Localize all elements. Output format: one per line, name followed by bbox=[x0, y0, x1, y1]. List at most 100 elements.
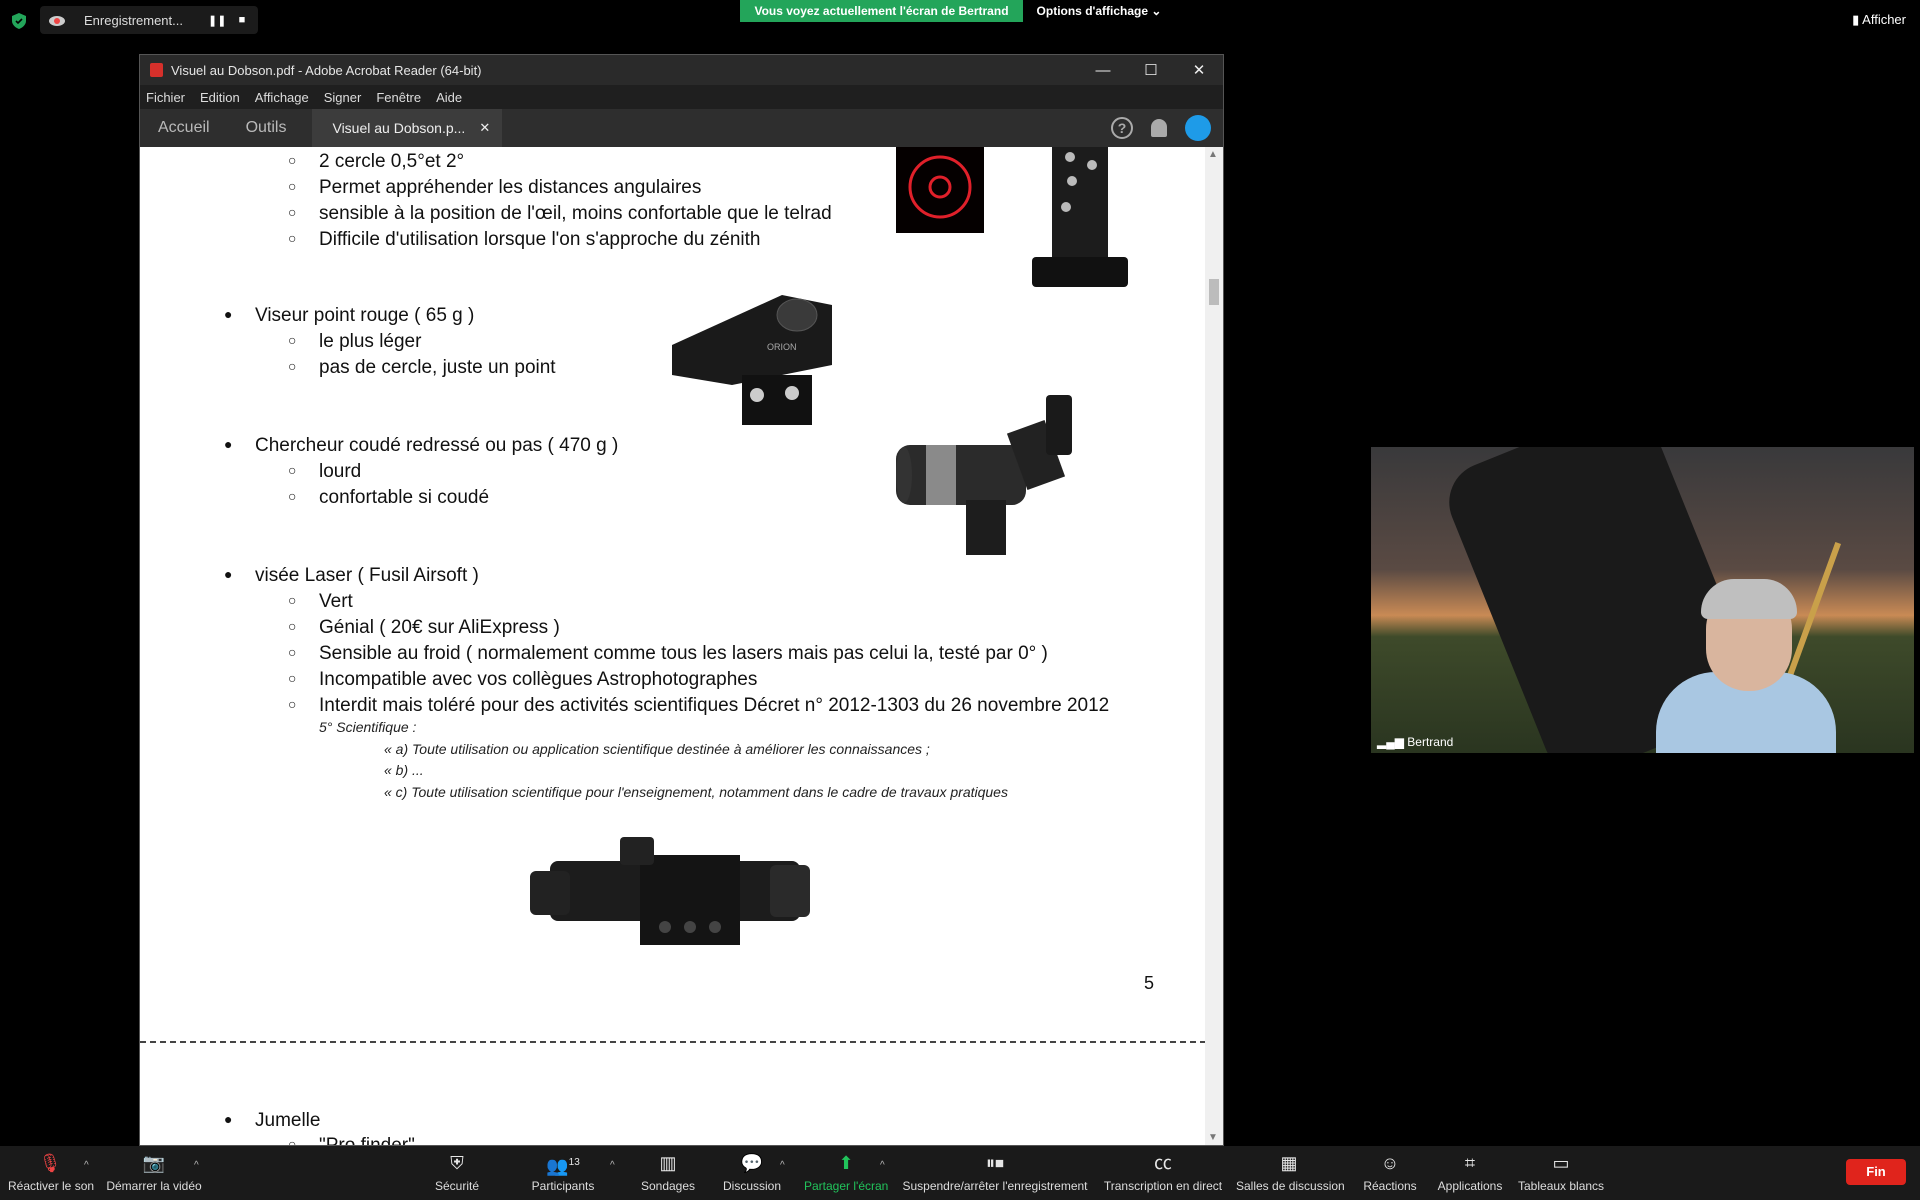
menu-fichier[interactable]: Fichier bbox=[146, 90, 185, 105]
pause-recording-button[interactable]: ❚❚ bbox=[208, 14, 226, 27]
list-item: lourd bbox=[288, 461, 361, 483]
list-item: pas de cercle, juste un point bbox=[288, 357, 556, 379]
start-video-label: Démarrer la vidéo bbox=[106, 1179, 202, 1193]
list-item: Difficile d'utilisation lorsque l'on s'a… bbox=[288, 229, 760, 251]
participant-video[interactable]: ▂▄▆ Bertrand bbox=[1371, 447, 1914, 753]
closed-caption-icon: ㏄ bbox=[1154, 1153, 1172, 1173]
decree-quote: « a) Toute utilisation ou application sc… bbox=[384, 741, 930, 757]
polls-button[interactable]: ▥ Sondages bbox=[640, 1152, 696, 1193]
chat-bubble-icon: 💬 bbox=[740, 1153, 764, 1173]
breakout-rooms-button[interactable]: ▦ Salles de discussion bbox=[1236, 1152, 1345, 1193]
tab-home[interactable]: Accueil bbox=[140, 119, 228, 137]
zoom-toolbar: 🎙 Réactiver le son ^ 📷 Démarrer la vidéo… bbox=[0, 1146, 1920, 1200]
recording-control-button[interactable]: ⏸⏹ Suspendre/arrêter l'enregistrement bbox=[902, 1152, 1088, 1193]
document-tab-label: Visuel au Dobson.p... bbox=[332, 120, 466, 136]
pause-stop-icon: ⏸⏹ bbox=[986, 1153, 1004, 1173]
list-item: Génial ( 20€ sur AliExpress ) bbox=[288, 617, 560, 639]
shield-icon: ⛨ bbox=[450, 1153, 464, 1173]
apps-icon: ⌗ bbox=[1464, 1153, 1476, 1173]
tab-tools[interactable]: Outils bbox=[228, 119, 305, 137]
list-item: Jumelle bbox=[224, 1110, 321, 1132]
menu-fenetre[interactable]: Fenêtre bbox=[376, 90, 421, 105]
scrollbar-thumb[interactable] bbox=[1209, 279, 1219, 305]
stop-recording-button[interactable]: ■ bbox=[234, 14, 250, 26]
view-options-button[interactable]: Options d'affichage ⌄ bbox=[1024, 0, 1174, 22]
scroll-down-icon[interactable]: ▼ bbox=[1208, 1132, 1218, 1143]
document-page[interactable]: 2 cercle 0,5°et 2° Permet appréhender le… bbox=[140, 147, 1206, 1145]
participants-button[interactable]: 👥13 Participants bbox=[530, 1152, 596, 1193]
account-avatar[interactable] bbox=[1185, 115, 1211, 141]
participant-name: ▂▄▆ Bertrand bbox=[1377, 735, 1454, 749]
participant-hair bbox=[1701, 579, 1797, 619]
list-item: Interdit mais toléré pour des activités … bbox=[288, 695, 1109, 717]
acrobat-window: Visuel au Dobson.pdf - Adobe Acrobat Rea… bbox=[139, 54, 1224, 1146]
menu-bar: Fichier Edition Affichage Signer Fenêtre… bbox=[140, 85, 1223, 109]
share-screen-button[interactable]: ⬆ Partager l'écran bbox=[804, 1152, 888, 1193]
close-tab-icon[interactable]: ✕ bbox=[479, 120, 490, 136]
recording-label: Enregistrement... bbox=[84, 12, 183, 28]
share-screen-label: Partager l'écran bbox=[804, 1179, 889, 1193]
smiley-icon: ☺ bbox=[1380, 1153, 1400, 1173]
telrad-base-image bbox=[1032, 147, 1128, 287]
svg-text:ORION: ORION bbox=[767, 342, 797, 352]
unmute-button[interactable]: 🎙 Réactiver le son bbox=[8, 1152, 95, 1193]
whiteboards-label: Tableaux blancs bbox=[1518, 1179, 1605, 1193]
list-item: sensible à la position de l'œil, moins c… bbox=[288, 203, 832, 225]
apps-label: Applications bbox=[1437, 1179, 1503, 1193]
security-label: Sécurité bbox=[434, 1179, 480, 1193]
video-options-caret[interactable]: ^ bbox=[194, 1160, 199, 1171]
start-video-button[interactable]: 📷 Démarrer la vidéo bbox=[106, 1152, 202, 1193]
end-meeting-button[interactable]: Fin bbox=[1846, 1159, 1906, 1185]
right-angle-finder-image bbox=[896, 395, 1072, 555]
shield-icon bbox=[12, 13, 26, 29]
unmute-label: Réactiver le son bbox=[8, 1179, 95, 1193]
participants-icon: 👥13 bbox=[546, 1156, 580, 1176]
maximize-button[interactable]: ☐ bbox=[1127, 61, 1175, 79]
share-screen-icon: ⬆ bbox=[838, 1153, 854, 1173]
signal-icon: ▂▄▆ bbox=[1377, 735, 1408, 749]
telrad-reticle-image bbox=[896, 147, 984, 233]
tab-document[interactable]: Visuel au Dobson.p... ✕ bbox=[312, 109, 503, 147]
close-button[interactable]: ✕ bbox=[1175, 61, 1223, 79]
polls-label: Sondages bbox=[640, 1179, 696, 1193]
audio-options-caret[interactable]: ^ bbox=[84, 1160, 89, 1171]
live-transcription-label: Transcription en direct bbox=[1103, 1179, 1223, 1193]
microphone-muted-icon: 🎙 bbox=[38, 1153, 62, 1173]
vertical-scrollbar[interactable]: ▲ ▼ bbox=[1205, 147, 1223, 1145]
list-item: Incompatible avec vos collègues Astropho… bbox=[288, 669, 757, 691]
menu-edition[interactable]: Edition bbox=[200, 90, 240, 105]
help-icon[interactable]: ? bbox=[1111, 117, 1133, 139]
chat-options-caret[interactable]: ^ bbox=[780, 1160, 785, 1171]
list-item: 2 cercle 0,5°et 2° bbox=[288, 151, 464, 173]
window-title: Visuel au Dobson.pdf - Adobe Acrobat Rea… bbox=[171, 62, 482, 78]
participants-count: 13 bbox=[568, 1157, 580, 1168]
breakout-rooms-label: Salles de discussion bbox=[1236, 1179, 1345, 1193]
participants-options-caret[interactable]: ^ bbox=[610, 1160, 615, 1171]
security-button[interactable]: ⛨ Sécurité bbox=[428, 1152, 486, 1193]
viewing-screen-banner: Vous voyez actuellement l'écran de Bertr… bbox=[740, 0, 1023, 22]
menu-affichage[interactable]: Affichage bbox=[255, 90, 309, 105]
cloud-recording-icon bbox=[49, 16, 65, 26]
live-transcription-button[interactable]: ㏄ Transcription en direct bbox=[1102, 1152, 1224, 1193]
list-item: Viseur point rouge ( 65 g ) bbox=[224, 305, 474, 327]
window-title-bar: Visuel au Dobson.pdf - Adobe Acrobat Rea… bbox=[140, 55, 1223, 85]
whiteboards-button[interactable]: ▭ Tableaux blancs bbox=[1518, 1152, 1604, 1193]
list-item: visée Laser ( Fusil Airsoft ) bbox=[224, 565, 479, 587]
pdf-icon bbox=[150, 63, 163, 77]
apps-button[interactable]: ⌗ Applications bbox=[1436, 1152, 1504, 1193]
notification-bell-icon[interactable] bbox=[1151, 119, 1167, 137]
share-options-caret[interactable]: ^ bbox=[880, 1160, 885, 1171]
menu-aide[interactable]: Aide bbox=[436, 90, 462, 105]
red-dot-finder-image: ORION bbox=[672, 295, 832, 425]
menu-signer[interactable]: Signer bbox=[324, 90, 362, 105]
chat-button[interactable]: 💬 Discussion bbox=[722, 1152, 782, 1193]
reactions-button[interactable]: ☺ Réactions bbox=[1362, 1152, 1418, 1193]
recording-indicator[interactable]: Enregistrement... ❚❚ ■ bbox=[40, 6, 258, 34]
video-off-icon: 📷 bbox=[142, 1153, 166, 1173]
list-item: Vert bbox=[288, 591, 353, 613]
page-separator bbox=[140, 1041, 1206, 1043]
chat-label: Discussion bbox=[722, 1179, 782, 1193]
scroll-up-icon[interactable]: ▲ bbox=[1208, 149, 1218, 160]
minimize-button[interactable]: — bbox=[1079, 62, 1127, 79]
show-button[interactable]: ▮ Afficher bbox=[1852, 0, 1906, 40]
